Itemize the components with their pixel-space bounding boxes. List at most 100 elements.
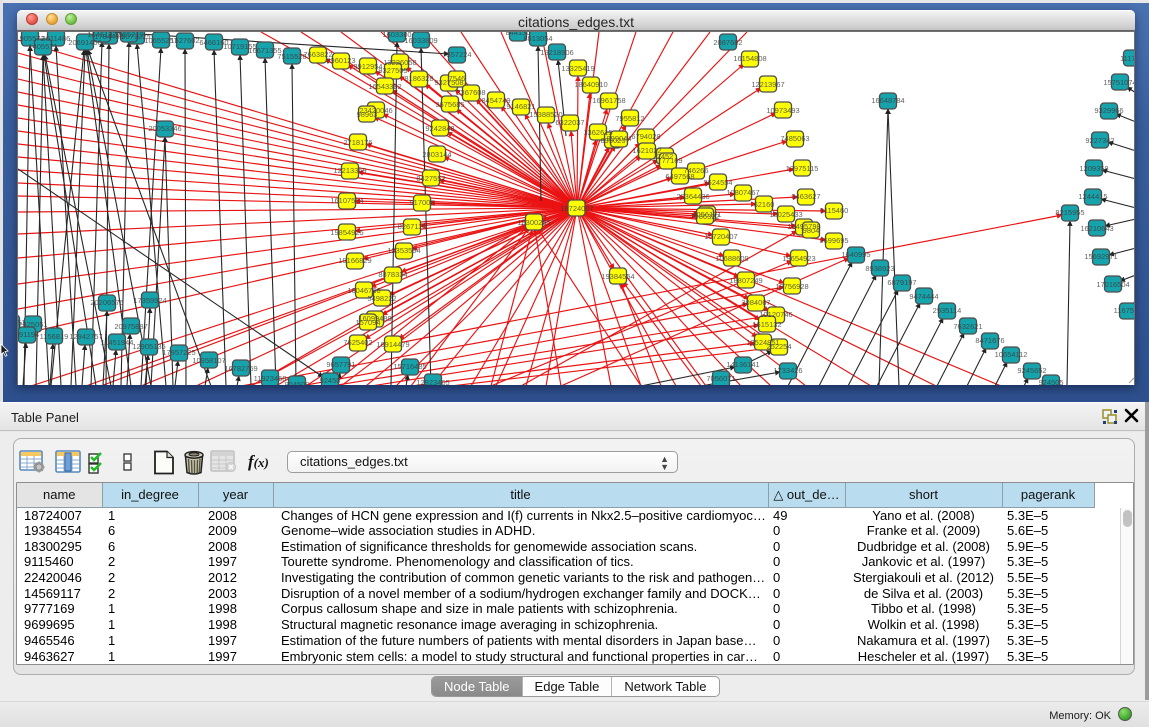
svg-text:10807467: 10807467	[726, 188, 759, 197]
svg-text:19654923: 19654923	[782, 254, 815, 263]
svg-text:12942757: 12942757	[69, 332, 102, 341]
svg-text:9329966: 9329966	[1094, 106, 1123, 115]
svg-text:9245652: 9245652	[1017, 366, 1046, 375]
svg-text:19756928: 19756928	[775, 282, 808, 291]
svg-text:19384554: 19384554	[601, 272, 634, 281]
svg-text:1733426: 1733426	[773, 366, 802, 375]
svg-text:16961758: 16961758	[592, 96, 625, 105]
svg-text:9804: 9804	[803, 226, 820, 235]
svg-text:15720407: 15720407	[704, 232, 737, 241]
svg-text:9227342: 9227342	[1085, 136, 1114, 145]
svg-text:9327505: 9327505	[378, 66, 407, 75]
svg-text:7986322: 7986322	[690, 212, 719, 221]
svg-text:16107554: 16107554	[330, 196, 363, 205]
svg-text:3675685: 3675685	[435, 100, 464, 109]
svg-text:3624554: 3624554	[703, 178, 732, 187]
svg-text:10958107: 10958107	[192, 356, 225, 365]
svg-text:16033809: 16033809	[404, 36, 437, 45]
svg-text:252254: 252254	[766, 342, 791, 351]
svg-text:7955812: 7955812	[615, 114, 644, 123]
svg-text:7625402: 7625402	[343, 338, 372, 347]
svg-text:15751074: 15751074	[1103, 78, 1135, 87]
svg-text:9777169: 9777169	[653, 156, 682, 165]
svg-text:9115460: 9115460	[820, 206, 849, 215]
svg-text:18724007: 18724007	[560, 204, 593, 213]
svg-text:2803144: 2803144	[422, 150, 451, 159]
svg-text:9242848: 9242848	[425, 124, 454, 133]
svg-text:17957225: 17957225	[162, 348, 195, 357]
svg-text:6879197: 6879197	[887, 278, 916, 287]
svg-text:16648784: 16648784	[871, 96, 904, 105]
svg-text:1167533: 1167533	[1114, 306, 1135, 315]
svg-text:13325419: 13325419	[561, 64, 594, 73]
svg-text:2935114: 2935114	[933, 306, 962, 315]
svg-text:16154808: 16154808	[733, 54, 766, 63]
svg-text:111786: 111786	[1120, 54, 1135, 63]
svg-text:3084067: 3084067	[741, 298, 770, 307]
svg-text:16914479: 16914479	[376, 340, 409, 349]
svg-text:1646137: 1646137	[87, 32, 116, 39]
svg-text:20975887: 20975887	[114, 322, 147, 331]
svg-text:2625051: 2625051	[18, 320, 47, 329]
svg-text:10688609: 10688609	[715, 254, 748, 263]
svg-text:917008: 917008	[409, 198, 434, 207]
svg-text:9657791: 9657791	[326, 360, 355, 369]
svg-text:19218906: 19218906	[540, 48, 573, 57]
svg-text:6322037: 6322037	[555, 118, 584, 127]
svg-text:6497568: 6497568	[665, 172, 694, 181]
svg-text:19166829: 19166829	[338, 256, 371, 265]
svg-text:7546: 7546	[449, 74, 466, 83]
svg-text:904509: 904509	[284, 380, 309, 385]
svg-text:7632621: 7632621	[953, 322, 982, 331]
svg-text:9463627: 9463627	[791, 192, 820, 201]
svg-text:157094: 157094	[355, 318, 380, 327]
svg-text:5498222: 5498222	[367, 294, 396, 303]
svg-text:16543382: 16543382	[368, 82, 401, 91]
svg-text:19854925: 19854925	[330, 228, 363, 237]
svg-text:1209358: 1209358	[1079, 164, 1108, 173]
svg-text:6794028: 6794028	[631, 132, 660, 141]
svg-text:20206576: 20206576	[90, 298, 123, 307]
svg-text:9699695: 9699695	[819, 236, 848, 245]
svg-text:12975115: 12975115	[786, 164, 819, 173]
svg-text:12353594: 12353594	[387, 246, 420, 255]
svg-text:92450: 92450	[320, 376, 341, 385]
svg-text:1156819: 1156819	[40, 332, 69, 341]
svg-text:11923468: 11923468	[254, 374, 287, 383]
svg-text:1244415: 1244415	[1078, 192, 1107, 201]
svg-text:15692971: 15692971	[1084, 252, 1117, 261]
svg-text:8427552: 8427552	[416, 174, 445, 183]
svg-text:8813054: 8813054	[523, 34, 552, 43]
svg-text:2087682: 2087682	[713, 38, 742, 47]
svg-text:8960123: 8960123	[326, 56, 355, 65]
svg-text:8471676: 8471676	[975, 336, 1004, 345]
svg-text:12213369: 12213369	[333, 166, 366, 175]
svg-text:8878334: 8878334	[378, 270, 407, 279]
svg-text:8186328: 8186328	[404, 74, 433, 83]
svg-text:12923465: 12923465	[416, 378, 449, 385]
svg-text:8938923: 8938923	[865, 264, 894, 273]
svg-text:10654112: 10654112	[995, 350, 1028, 359]
svg-text:2718176: 2718176	[343, 138, 372, 147]
svg-text:15716485: 15716485	[393, 362, 426, 371]
svg-text:1527602: 1527602	[170, 36, 199, 45]
svg-text:16782759: 16782759	[224, 364, 257, 373]
svg-text:8267110: 8267110	[398, 222, 427, 231]
svg-text:7515526: 7515526	[277, 52, 306, 61]
svg-text:1955219: 1955219	[114, 32, 143, 39]
svg-text:10973493: 10973493	[766, 106, 799, 115]
svg-text:11451944: 11451944	[101, 338, 134, 347]
svg-text:16210643: 16210643	[1080, 224, 1113, 233]
svg-text:7357224: 7357224	[442, 50, 471, 59]
svg-text:8215955: 8215955	[1055, 208, 1084, 217]
svg-text:1405571: 1405571	[28, 42, 57, 51]
svg-text:7056071: 7056071	[706, 374, 735, 383]
svg-text:18640910: 18640910	[574, 80, 607, 89]
svg-text:98963: 98963	[357, 110, 378, 119]
svg-text:899044: 899044	[606, 134, 631, 143]
svg-text:924505: 924505	[1038, 378, 1063, 385]
svg-text:20053346: 20053346	[148, 124, 181, 133]
svg-text:18807249: 18807249	[729, 276, 762, 285]
svg-text:10025433: 10025433	[769, 210, 802, 219]
svg-text:12213967: 12213967	[751, 80, 784, 89]
